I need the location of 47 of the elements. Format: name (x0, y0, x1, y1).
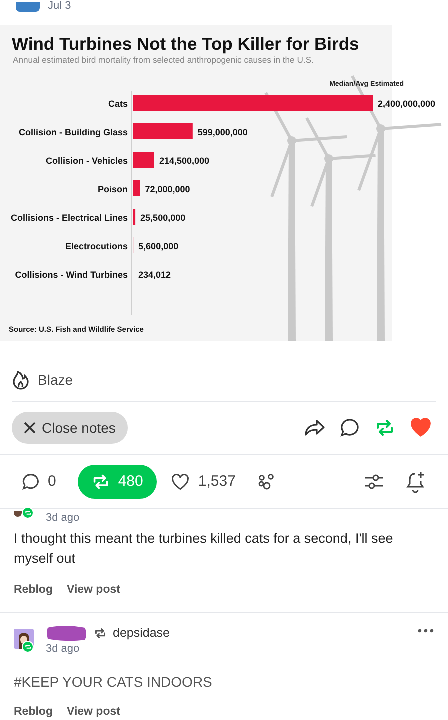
value-label: 214,500,000 (159, 156, 210, 166)
chart-title: Wind Turbines Not the Top Killer for Birds (12, 34, 360, 54)
reblog-badge (22, 507, 34, 519)
blaze-button[interactable]: Blaze (38, 370, 74, 390)
post-date: Jul 3 (48, 0, 72, 13)
circles-icon (258, 473, 276, 491)
value-label: 5,600,000 (138, 242, 179, 252)
note-link[interactable]: Reblog (14, 582, 53, 600)
redaction-mark (46, 625, 88, 642)
note-time: 3d ago (46, 642, 81, 656)
chart-subtitle: Annual estimated bird mortality from selected anthropogenic causes in the U.S. (13, 55, 314, 65)
close-icon (24, 422, 36, 434)
username-link[interactable]: depsidase (113, 624, 170, 643)
heart-icon[interactable] (410, 418, 432, 438)
bell-plus-icon[interactable] (406, 471, 426, 493)
category-label: Cats (108, 99, 128, 109)
more-icon[interactable] (418, 629, 434, 634)
category-label: Collision - Building Glass (18, 128, 128, 138)
reblog-badge (22, 641, 34, 654)
share-icon[interactable] (305, 419, 325, 437)
note-link[interactable]: View post (66, 704, 120, 720)
comment-icon (22, 473, 40, 491)
category-label: Collisions - Wind Turbines (15, 270, 128, 280)
category-label: Collisions - Electrical Lines (10, 213, 128, 223)
tag-text: #KEEP YOUR CATS INDOORS (14, 673, 214, 692)
avatar[interactable] (14, 511, 22, 517)
comment-icon[interactable] (340, 418, 360, 438)
category-label: Poison (98, 184, 128, 194)
category-label: Electrocutions (65, 242, 128, 252)
value-label: 25,500,000 (140, 213, 186, 223)
comments-tab[interactable]: 0 (22, 465, 56, 499)
value-label: 72,000,000 (145, 184, 190, 194)
reblog-icon (94, 628, 107, 639)
category-label: Collision - Vehicles (46, 156, 128, 166)
heart-icon (171, 474, 190, 490)
value-label: 2,400,000,000 (378, 99, 436, 109)
flame-icon (12, 370, 30, 390)
note-link[interactable]: View post (66, 582, 120, 600)
reblog-icon (92, 474, 110, 490)
note-link[interactable]: Reblog (14, 704, 53, 720)
value-label: 234,012 (138, 270, 172, 280)
likes-tab[interactable]: 1,537 (171, 465, 236, 499)
close-notes-button[interactable]: Close notes (12, 412, 128, 444)
note-time: 3d ago (46, 511, 80, 525)
filter-icon[interactable] (364, 473, 384, 491)
comment-text: I thought this meant the turbines killed cats for a second, I'll see myself out (14, 530, 394, 568)
value-label: 599,000,000 (198, 128, 248, 138)
